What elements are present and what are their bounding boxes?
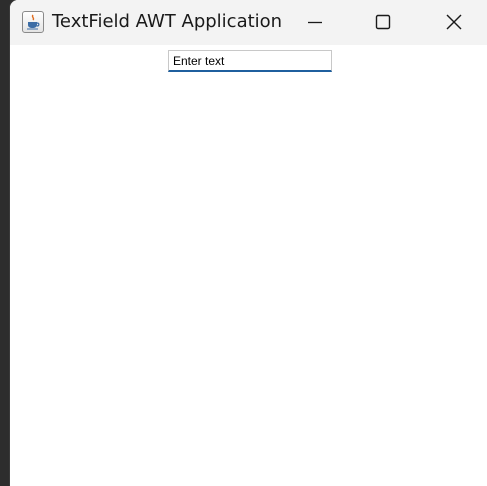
desktop: TextField AWT Application [0,0,487,486]
title-bar[interactable]: TextField AWT Application [10,0,487,45]
window-title: TextField AWT Application [52,11,283,32]
app-window: TextField AWT Application [10,0,487,486]
maximize-button[interactable] [360,0,406,45]
window-content [10,45,487,486]
minimize-icon [308,21,322,24]
minimize-button[interactable] [292,0,338,45]
close-button[interactable] [431,0,477,45]
text-field[interactable] [168,50,332,72]
close-icon [446,14,462,30]
java-coffee-icon [22,11,44,33]
maximize-icon [375,14,391,30]
